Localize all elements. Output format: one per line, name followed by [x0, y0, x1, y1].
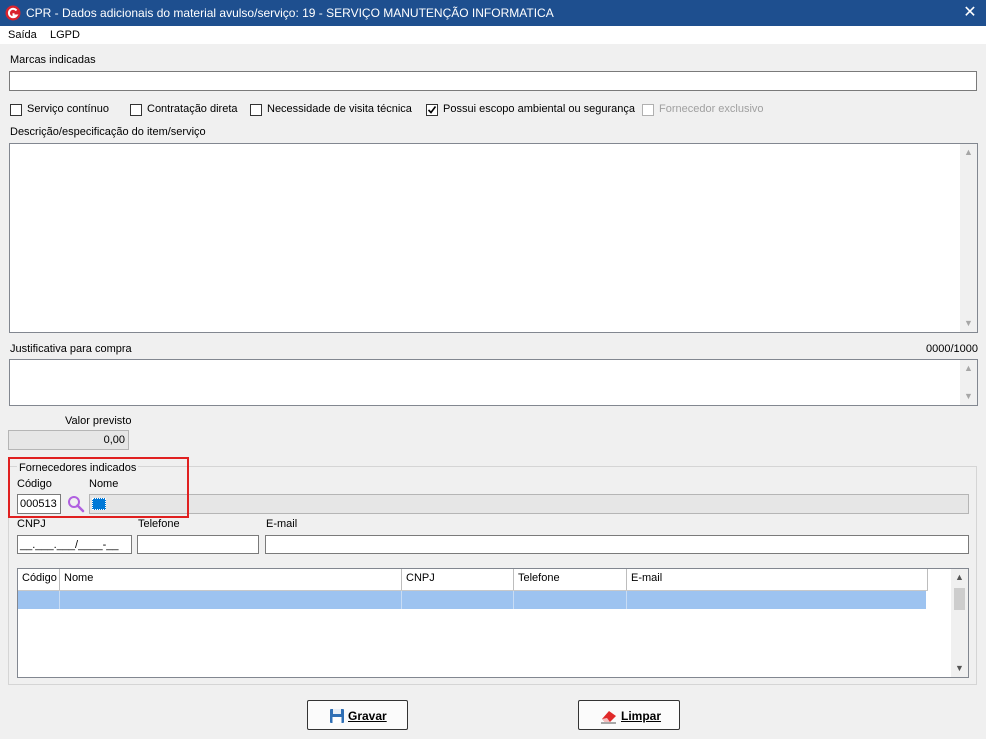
checkbox-servico-continuo-label: Serviço contínuo	[27, 103, 109, 115]
scroll-down-icon[interactable]: ▼	[960, 315, 977, 332]
valor-field: 0,00	[8, 430, 129, 450]
window-title: CPR - Dados adicionais do material avuls…	[26, 6, 554, 20]
title-bar: CPR - Dados adicionais do material avuls…	[0, 0, 986, 26]
valor-label: Valor previsto	[65, 415, 132, 427]
telefone-input[interactable]	[137, 535, 259, 554]
descricao-label: Descrição/especificação do item/serviço	[10, 126, 206, 138]
scroll-up-icon[interactable]: ▲	[960, 144, 977, 161]
nome-field	[89, 494, 969, 514]
email-input[interactable]	[265, 535, 969, 554]
checkmark-icon	[427, 106, 437, 114]
gravar-button[interactable]: Gravar	[307, 700, 408, 730]
justificativa-label: Justificativa para compra	[10, 343, 132, 355]
grid-scrollbar[interactable]: ▲ ▼	[951, 569, 968, 677]
telefone-label: Telefone	[138, 518, 180, 530]
highlight-box	[8, 457, 189, 518]
grid-col-codigo[interactable]: Código	[18, 569, 60, 590]
grid-col-email[interactable]: E-mail	[627, 569, 928, 590]
checkbox-visita-tecnica[interactable]	[250, 104, 262, 116]
marcas-label: Marcas indicadas	[10, 54, 96, 66]
close-icon[interactable]: ✕	[958, 2, 982, 24]
grid-col-cnpj[interactable]: CNPJ	[402, 569, 514, 590]
menu-bar: Saída LGPD	[0, 26, 986, 44]
grid-col-nome[interactable]: Nome	[60, 569, 402, 590]
justificativa-textarea[interactable]: ▲ ▼	[9, 359, 978, 406]
floppy-disk-icon	[330, 709, 344, 723]
checkbox-contratacao-direta[interactable]	[130, 104, 142, 116]
eraser-icon	[601, 711, 616, 724]
justificativa-scrollbar[interactable]: ▲ ▼	[960, 360, 977, 405]
checkbox-fornecedor-exclusivo	[642, 104, 654, 116]
scroll-up-icon[interactable]: ▲	[951, 569, 968, 586]
checkbox-fornecedor-exclusivo-label: Fornecedor exclusivo	[659, 103, 764, 115]
gravar-button-label: Gravar	[348, 709, 387, 723]
menu-saida[interactable]: Saída	[8, 29, 37, 41]
cnpj-label: CNPJ	[17, 518, 46, 530]
menu-lgpd[interactable]: LGPD	[50, 29, 80, 41]
grid-col-telefone[interactable]: Telefone	[514, 569, 627, 590]
checkbox-servico-continuo[interactable]	[10, 104, 22, 116]
scroll-thumb[interactable]	[954, 588, 965, 610]
app-logo-icon	[5, 5, 21, 21]
marcas-input[interactable]	[9, 71, 977, 91]
checkbox-visita-tecnica-label: Necessidade de visita técnica	[267, 103, 412, 115]
email-label: E-mail	[266, 518, 298, 530]
checkbox-escopo-ambiental[interactable]	[426, 104, 438, 116]
limpar-button-label: Limpar	[621, 709, 662, 723]
cnpj-input[interactable]: __.___.___/____-__	[17, 535, 132, 554]
scroll-down-icon[interactable]: ▼	[951, 660, 968, 677]
checkbox-contratacao-direta-label: Contratação direta	[147, 103, 238, 115]
descricao-scrollbar[interactable]: ▲ ▼	[960, 144, 977, 332]
fornecedores-grid[interactable]: Código Nome CNPJ Telefone E-mail ▲ ▼	[17, 568, 969, 678]
descricao-textarea[interactable]: ▲ ▼	[9, 143, 978, 333]
checkbox-escopo-ambiental-label: Possui escopo ambiental ou segurança	[443, 103, 636, 115]
scroll-down-icon[interactable]: ▼	[960, 388, 977, 405]
table-row[interactable]	[18, 591, 926, 609]
scroll-up-icon[interactable]: ▲	[960, 360, 977, 377]
justificativa-counter: 0000/1000	[926, 343, 978, 355]
limpar-button[interactable]: Limpar	[578, 700, 680, 730]
grid-header: Código Nome CNPJ Telefone E-mail	[18, 569, 928, 591]
